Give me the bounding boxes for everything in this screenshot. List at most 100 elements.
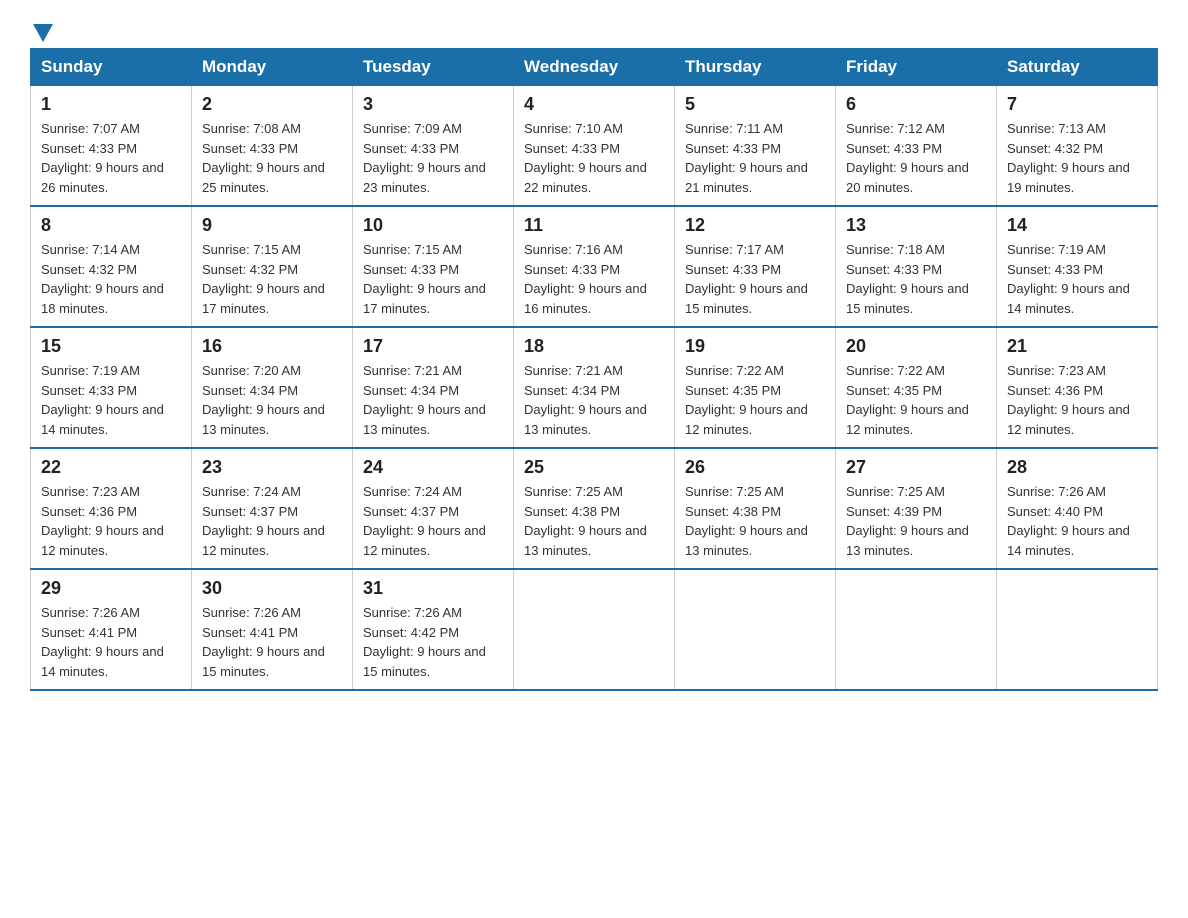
day-number: 12 <box>685 215 825 236</box>
calendar-cell: 2 Sunrise: 7:08 AMSunset: 4:33 PMDayligh… <box>192 86 353 207</box>
calendar-header: SundayMondayTuesdayWednesdayThursdayFrid… <box>31 49 1158 86</box>
day-number: 28 <box>1007 457 1147 478</box>
calendar-cell: 7 Sunrise: 7:13 AMSunset: 4:32 PMDayligh… <box>997 86 1158 207</box>
day-info: Sunrise: 7:18 AMSunset: 4:33 PMDaylight:… <box>846 242 969 316</box>
day-number: 13 <box>846 215 986 236</box>
weekday-header-friday: Friday <box>836 49 997 86</box>
day-info: Sunrise: 7:25 AMSunset: 4:38 PMDaylight:… <box>524 484 647 558</box>
day-number: 14 <box>1007 215 1147 236</box>
day-number: 4 <box>524 94 664 115</box>
day-number: 5 <box>685 94 825 115</box>
day-info: Sunrise: 7:23 AMSunset: 4:36 PMDaylight:… <box>1007 363 1130 437</box>
day-number: 7 <box>1007 94 1147 115</box>
calendar-cell: 26 Sunrise: 7:25 AMSunset: 4:38 PMDaylig… <box>675 448 836 569</box>
calendar-cell: 14 Sunrise: 7:19 AMSunset: 4:33 PMDaylig… <box>997 206 1158 327</box>
calendar-cell <box>997 569 1158 690</box>
day-info: Sunrise: 7:26 AMSunset: 4:42 PMDaylight:… <box>363 605 486 679</box>
calendar-cell <box>514 569 675 690</box>
day-number: 15 <box>41 336 181 357</box>
weekday-header-monday: Monday <box>192 49 353 86</box>
day-number: 27 <box>846 457 986 478</box>
calendar-cell: 24 Sunrise: 7:24 AMSunset: 4:37 PMDaylig… <box>353 448 514 569</box>
day-number: 29 <box>41 578 181 599</box>
logo-arrow-icon <box>33 24 53 42</box>
weekday-header-tuesday: Tuesday <box>353 49 514 86</box>
day-number: 22 <box>41 457 181 478</box>
calendar-cell: 17 Sunrise: 7:21 AMSunset: 4:34 PMDaylig… <box>353 327 514 448</box>
day-info: Sunrise: 7:22 AMSunset: 4:35 PMDaylight:… <box>685 363 808 437</box>
page-header <box>30 20 1158 38</box>
day-info: Sunrise: 7:25 AMSunset: 4:38 PMDaylight:… <box>685 484 808 558</box>
calendar-cell: 3 Sunrise: 7:09 AMSunset: 4:33 PMDayligh… <box>353 86 514 207</box>
calendar-cell: 4 Sunrise: 7:10 AMSunset: 4:33 PMDayligh… <box>514 86 675 207</box>
calendar-cell: 22 Sunrise: 7:23 AMSunset: 4:36 PMDaylig… <box>31 448 192 569</box>
calendar-cell: 10 Sunrise: 7:15 AMSunset: 4:33 PMDaylig… <box>353 206 514 327</box>
day-number: 20 <box>846 336 986 357</box>
day-number: 8 <box>41 215 181 236</box>
day-number: 25 <box>524 457 664 478</box>
calendar-cell: 25 Sunrise: 7:25 AMSunset: 4:38 PMDaylig… <box>514 448 675 569</box>
calendar-cell: 21 Sunrise: 7:23 AMSunset: 4:36 PMDaylig… <box>997 327 1158 448</box>
day-number: 23 <box>202 457 342 478</box>
calendar-cell: 31 Sunrise: 7:26 AMSunset: 4:42 PMDaylig… <box>353 569 514 690</box>
day-info: Sunrise: 7:19 AMSunset: 4:33 PMDaylight:… <box>1007 242 1130 316</box>
day-info: Sunrise: 7:15 AMSunset: 4:32 PMDaylight:… <box>202 242 325 316</box>
day-info: Sunrise: 7:21 AMSunset: 4:34 PMDaylight:… <box>524 363 647 437</box>
day-number: 30 <box>202 578 342 599</box>
day-info: Sunrise: 7:21 AMSunset: 4:34 PMDaylight:… <box>363 363 486 437</box>
calendar-cell: 9 Sunrise: 7:15 AMSunset: 4:32 PMDayligh… <box>192 206 353 327</box>
day-number: 11 <box>524 215 664 236</box>
calendar-week-row: 15 Sunrise: 7:19 AMSunset: 4:33 PMDaylig… <box>31 327 1158 448</box>
day-number: 31 <box>363 578 503 599</box>
weekday-header-row: SundayMondayTuesdayWednesdayThursdayFrid… <box>31 49 1158 86</box>
day-info: Sunrise: 7:12 AMSunset: 4:33 PMDaylight:… <box>846 121 969 195</box>
day-info: Sunrise: 7:19 AMSunset: 4:33 PMDaylight:… <box>41 363 164 437</box>
calendar-body: 1 Sunrise: 7:07 AMSunset: 4:33 PMDayligh… <box>31 86 1158 691</box>
day-number: 3 <box>363 94 503 115</box>
weekday-header-sunday: Sunday <box>31 49 192 86</box>
day-number: 2 <box>202 94 342 115</box>
calendar-cell: 27 Sunrise: 7:25 AMSunset: 4:39 PMDaylig… <box>836 448 997 569</box>
day-info: Sunrise: 7:22 AMSunset: 4:35 PMDaylight:… <box>846 363 969 437</box>
calendar-cell: 8 Sunrise: 7:14 AMSunset: 4:32 PMDayligh… <box>31 206 192 327</box>
day-info: Sunrise: 7:13 AMSunset: 4:32 PMDaylight:… <box>1007 121 1130 195</box>
day-number: 17 <box>363 336 503 357</box>
calendar-cell: 11 Sunrise: 7:16 AMSunset: 4:33 PMDaylig… <box>514 206 675 327</box>
calendar-week-row: 1 Sunrise: 7:07 AMSunset: 4:33 PMDayligh… <box>31 86 1158 207</box>
calendar-week-row: 8 Sunrise: 7:14 AMSunset: 4:32 PMDayligh… <box>31 206 1158 327</box>
day-number: 26 <box>685 457 825 478</box>
calendar-cell: 18 Sunrise: 7:21 AMSunset: 4:34 PMDaylig… <box>514 327 675 448</box>
calendar-cell: 12 Sunrise: 7:17 AMSunset: 4:33 PMDaylig… <box>675 206 836 327</box>
calendar-cell: 5 Sunrise: 7:11 AMSunset: 4:33 PMDayligh… <box>675 86 836 207</box>
day-number: 6 <box>846 94 986 115</box>
logo-general <box>30 20 53 38</box>
day-info: Sunrise: 7:26 AMSunset: 4:41 PMDaylight:… <box>41 605 164 679</box>
day-info: Sunrise: 7:15 AMSunset: 4:33 PMDaylight:… <box>363 242 486 316</box>
day-number: 21 <box>1007 336 1147 357</box>
weekday-header-thursday: Thursday <box>675 49 836 86</box>
day-info: Sunrise: 7:09 AMSunset: 4:33 PMDaylight:… <box>363 121 486 195</box>
day-info: Sunrise: 7:26 AMSunset: 4:40 PMDaylight:… <box>1007 484 1130 558</box>
calendar-cell: 20 Sunrise: 7:22 AMSunset: 4:35 PMDaylig… <box>836 327 997 448</box>
calendar-cell: 16 Sunrise: 7:20 AMSunset: 4:34 PMDaylig… <box>192 327 353 448</box>
day-info: Sunrise: 7:10 AMSunset: 4:33 PMDaylight:… <box>524 121 647 195</box>
day-number: 24 <box>363 457 503 478</box>
weekday-header-saturday: Saturday <box>997 49 1158 86</box>
day-number: 1 <box>41 94 181 115</box>
day-info: Sunrise: 7:25 AMSunset: 4:39 PMDaylight:… <box>846 484 969 558</box>
calendar-cell <box>836 569 997 690</box>
calendar-table: SundayMondayTuesdayWednesdayThursdayFrid… <box>30 48 1158 691</box>
calendar-cell: 30 Sunrise: 7:26 AMSunset: 4:41 PMDaylig… <box>192 569 353 690</box>
day-info: Sunrise: 7:16 AMSunset: 4:33 PMDaylight:… <box>524 242 647 316</box>
calendar-cell: 1 Sunrise: 7:07 AMSunset: 4:33 PMDayligh… <box>31 86 192 207</box>
day-info: Sunrise: 7:08 AMSunset: 4:33 PMDaylight:… <box>202 121 325 195</box>
calendar-cell: 6 Sunrise: 7:12 AMSunset: 4:33 PMDayligh… <box>836 86 997 207</box>
calendar-cell: 15 Sunrise: 7:19 AMSunset: 4:33 PMDaylig… <box>31 327 192 448</box>
day-info: Sunrise: 7:26 AMSunset: 4:41 PMDaylight:… <box>202 605 325 679</box>
day-info: Sunrise: 7:24 AMSunset: 4:37 PMDaylight:… <box>202 484 325 558</box>
logo <box>30 20 53 38</box>
calendar-cell: 19 Sunrise: 7:22 AMSunset: 4:35 PMDaylig… <box>675 327 836 448</box>
day-number: 19 <box>685 336 825 357</box>
calendar-cell <box>675 569 836 690</box>
day-number: 9 <box>202 215 342 236</box>
